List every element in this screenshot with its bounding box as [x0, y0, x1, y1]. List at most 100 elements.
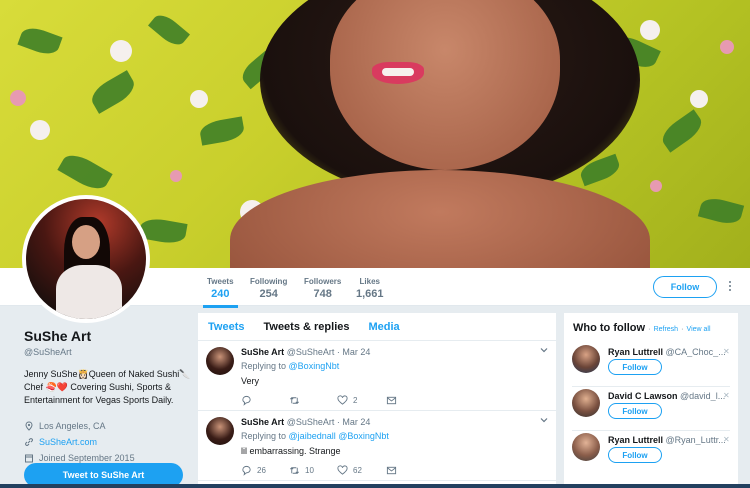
suggestion-follow-button[interactable]: Follow [608, 403, 662, 419]
stat-following[interactable]: Following 254 [250, 277, 287, 300]
stat-tweets[interactable]: Tweets 240 [203, 277, 238, 308]
suggestion-name-line[interactable]: Ryan Luttrell @Ryan_Luttr... [608, 435, 726, 445]
suggestion-item: David C Lawson @david_l... Follow ✕ [564, 387, 738, 431]
tweet-header: SuShe Art @SuSheArt · Mar 24 [241, 347, 370, 357]
retweet-action[interactable]: 10 [289, 465, 314, 476]
chevron-down-icon[interactable] [540, 346, 548, 354]
retweet-icon [290, 467, 299, 474]
heart-icon [337, 395, 348, 405]
retweet-icon [290, 397, 299, 404]
tweet-date[interactable]: · Mar 24 [337, 347, 371, 357]
header-separator: · [648, 326, 651, 333]
tweet-date[interactable]: · Mar 24 [337, 417, 371, 427]
calendar-icon [25, 454, 33, 463]
suggestion-handle: @CA_Choc_... [665, 347, 726, 357]
suggestion-follow-button[interactable]: Follow [608, 447, 662, 463]
bottom-strip [0, 484, 750, 488]
tweet-replying-to: Replying to @BoxingNbt [241, 361, 339, 371]
who-to-follow-title: Who to follow [573, 322, 646, 334]
timeline: Tweets Tweets & replies Media SuShe Art … [198, 313, 556, 488]
reply-count: 26 [257, 466, 266, 475]
like-action[interactable]: 62 [337, 465, 362, 476]
suggestion-handle: @david_l... [680, 391, 726, 401]
like-count: 2 [353, 396, 358, 405]
refresh-link[interactable]: Refresh [654, 326, 679, 333]
tweet-actions: 26 10 62 [241, 465, 411, 477]
replying-to-handle[interactable]: @BoxingNbt [289, 361, 340, 371]
timeline-tabs: Tweets Tweets & replies Media [198, 313, 556, 341]
retweet-action[interactable] [289, 395, 305, 406]
stat-followers[interactable]: Followers 748 [304, 277, 341, 300]
stat-likes-label: Likes [359, 277, 380, 286]
profile-website: SuSheArt.com [24, 437, 194, 447]
profile-location-text: Los Angeles, CA [39, 421, 106, 431]
profile-avatar[interactable] [22, 195, 150, 323]
who-to-follow-header: Who to follow · Refresh · View all [573, 322, 711, 334]
tweet-author-handle: @SuSheArt [286, 417, 335, 427]
dismiss-icon[interactable]: ✕ [723, 391, 730, 400]
stat-followers-label: Followers [304, 277, 342, 286]
profile-name[interactable]: SuShe Art [24, 328, 194, 344]
stat-tweets-value: 240 [211, 288, 230, 300]
suggestion-name: Ryan Luttrell [608, 347, 664, 357]
suggestion-name-line[interactable]: David C Lawson @david_l... [608, 391, 726, 401]
stat-likes-value: 1,661 [356, 288, 384, 300]
dm-action[interactable] [386, 465, 402, 476]
stat-tweets-label: Tweets [207, 277, 234, 286]
tweet-item[interactable]: SuShe Art @SuSheArt · Mar 24 Replying to… [198, 411, 556, 481]
replying-prefix: Replying to [241, 431, 287, 441]
suggestion-avatar[interactable] [572, 389, 600, 417]
profile-page: Tweets 240 Following 254 Followers 748 L… [0, 0, 750, 488]
envelope-icon [386, 396, 397, 405]
tweet-header: SuShe Art @SuSheArt · Mar 24 [241, 417, 370, 427]
follow-button[interactable]: Follow [653, 276, 717, 298]
suggestion-avatar[interactable] [572, 433, 600, 461]
profile-card: SuShe Art @SuSheArt Jenny SuShe👸🏻Queen o… [24, 328, 194, 463]
tweet-author-handle: @SuSheArt [286, 347, 335, 357]
reply-icon [242, 465, 251, 476]
tweet-author-name[interactable]: SuShe Art [241, 417, 284, 427]
chevron-down-icon[interactable] [540, 416, 548, 424]
header-separator: · [681, 326, 684, 333]
stat-likes[interactable]: Likes 1,661 [356, 277, 384, 300]
suggestion-name-line[interactable]: Ryan Luttrell @CA_Choc_... [608, 347, 726, 357]
suggestion-follow-button[interactable]: Follow [608, 359, 662, 375]
tweet-item[interactable]: SuShe Art @SuSheArt · Mar 24 Replying to… [198, 341, 556, 411]
dismiss-icon[interactable]: ✕ [723, 435, 730, 444]
tab-tweets[interactable]: Tweets [208, 321, 244, 333]
profile-joined: Joined September 2015 [24, 453, 194, 463]
suggestion-item: Ryan Luttrell @CA_Choc_... Follow ✕ [564, 343, 738, 387]
reply-action[interactable] [241, 395, 257, 406]
tweet-text: Very [241, 376, 260, 386]
profile-handle[interactable]: @SuSheArt [24, 347, 194, 357]
dm-action[interactable] [386, 395, 402, 406]
dismiss-icon[interactable]: ✕ [723, 347, 730, 356]
profile-joined-text: Joined September 2015 [39, 453, 135, 463]
stat-following-value: 254 [259, 288, 278, 300]
link-icon [25, 438, 33, 446]
envelope-icon [386, 466, 397, 475]
view-all-link[interactable]: View all [687, 326, 711, 333]
tweet-replying-to: Replying to @jaibednall @BoxingNbt [241, 431, 389, 441]
stat-followers-value: 748 [313, 288, 332, 300]
suggestion-name: David C Lawson [608, 391, 678, 401]
heart-icon [337, 465, 348, 475]
profile-website-link[interactable]: SuSheArt.com [39, 437, 97, 447]
reply-action[interactable]: 26 [241, 465, 266, 476]
suggestion-name: Ryan Luttrell [608, 435, 664, 445]
location-pin-icon [25, 421, 33, 431]
suggestion-handle: @Ryan_Luttr... [665, 435, 726, 445]
tweet-avatar[interactable] [206, 347, 234, 375]
more-options-icon[interactable] [728, 281, 732, 293]
tweet-author-name[interactable]: SuShe Art [241, 347, 284, 357]
replying-to-handle[interactable]: @jaibednall @BoxingNbt [289, 431, 389, 441]
tweet-actions: 2 [241, 395, 411, 407]
suggestion-avatar[interactable] [572, 345, 600, 373]
tweet-text: lil embarrassing. Strange [241, 446, 341, 456]
tab-media[interactable]: Media [368, 321, 399, 333]
tweet-avatar[interactable] [206, 417, 234, 445]
like-action[interactable]: 2 [337, 395, 357, 406]
reply-icon [242, 395, 251, 406]
like-count: 62 [353, 466, 362, 475]
tab-tweets-and-replies[interactable]: Tweets & replies [263, 321, 349, 333]
